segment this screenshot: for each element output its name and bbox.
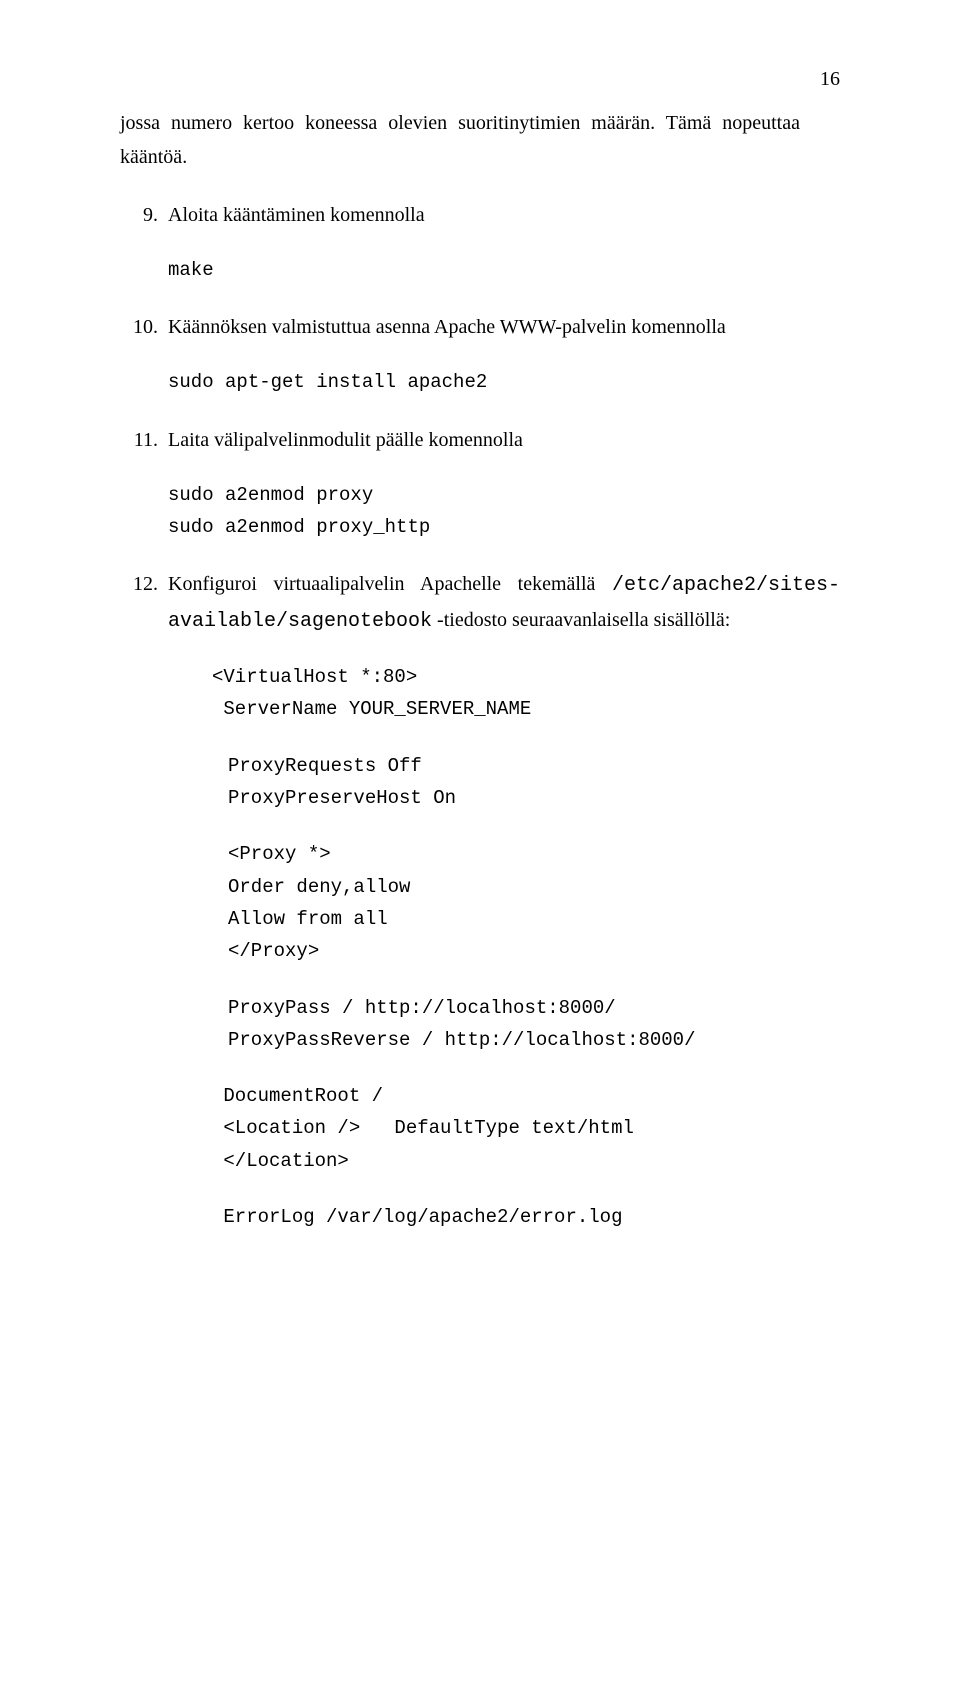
list-item-12: 12. Konfiguroi virtuaalipalvelin Apachel… xyxy=(120,567,840,639)
code-proxy-block: <Proxy *> Order deny,allow Allow from al… xyxy=(228,838,840,967)
list-text: Käännöksen valmistuttua asenna Apache WW… xyxy=(168,310,840,344)
code-block-a2enmod: sudo a2enmod proxy sudo a2enmod proxy_ht… xyxy=(168,479,840,544)
code-proxy-requests: ProxyRequests Off ProxyPreserveHost On xyxy=(228,750,840,815)
list-item-10: 10. Käännöksen valmistuttua asenna Apach… xyxy=(120,310,840,344)
document-page: 16 jossa numero kertoo koneessa olevien … xyxy=(0,0,960,1708)
list-number: 9. xyxy=(120,198,168,232)
list-item-11: 11. Laita välipalvelinmodulit päälle kom… xyxy=(120,423,840,457)
list-text: Konfiguroi virtuaalipalvelin Apachelle t… xyxy=(168,567,840,639)
paragraph-intro: jossa numero kertoo koneessa olevien suo… xyxy=(120,70,840,174)
code-virtualhost-open: <VirtualHost *:80> xyxy=(212,661,840,693)
text-run: -tiedosto seuraavanlaisella sisällöllä: xyxy=(432,609,730,631)
code-block-make: make xyxy=(168,254,840,286)
list-number: 12. xyxy=(120,567,168,639)
list-item-9: 9. Aloita kääntäminen komennolla xyxy=(120,198,840,232)
code-documentroot: DocumentRoot / <Location /> DefaultType … xyxy=(212,1080,840,1177)
list-number: 10. xyxy=(120,310,168,344)
list-number: 11. xyxy=(120,423,168,457)
code-proxypass: ProxyPass / http://localhost:8000/ Proxy… xyxy=(228,992,840,1057)
list-text: Laita välipalvelinmodulit päälle komenno… xyxy=(168,423,840,457)
code-block-aptget: sudo apt-get install apache2 xyxy=(168,366,840,398)
list-text: Aloita kääntäminen komennolla xyxy=(168,198,840,232)
code-errorlog: ErrorLog /var/log/apache2/error.log xyxy=(212,1201,840,1233)
text-run: Konfiguroi virtuaalipalvelin Apachelle t… xyxy=(168,573,612,595)
page-number: 16 xyxy=(820,68,840,91)
code-servername: ServerName YOUR_SERVER_NAME xyxy=(212,693,840,725)
